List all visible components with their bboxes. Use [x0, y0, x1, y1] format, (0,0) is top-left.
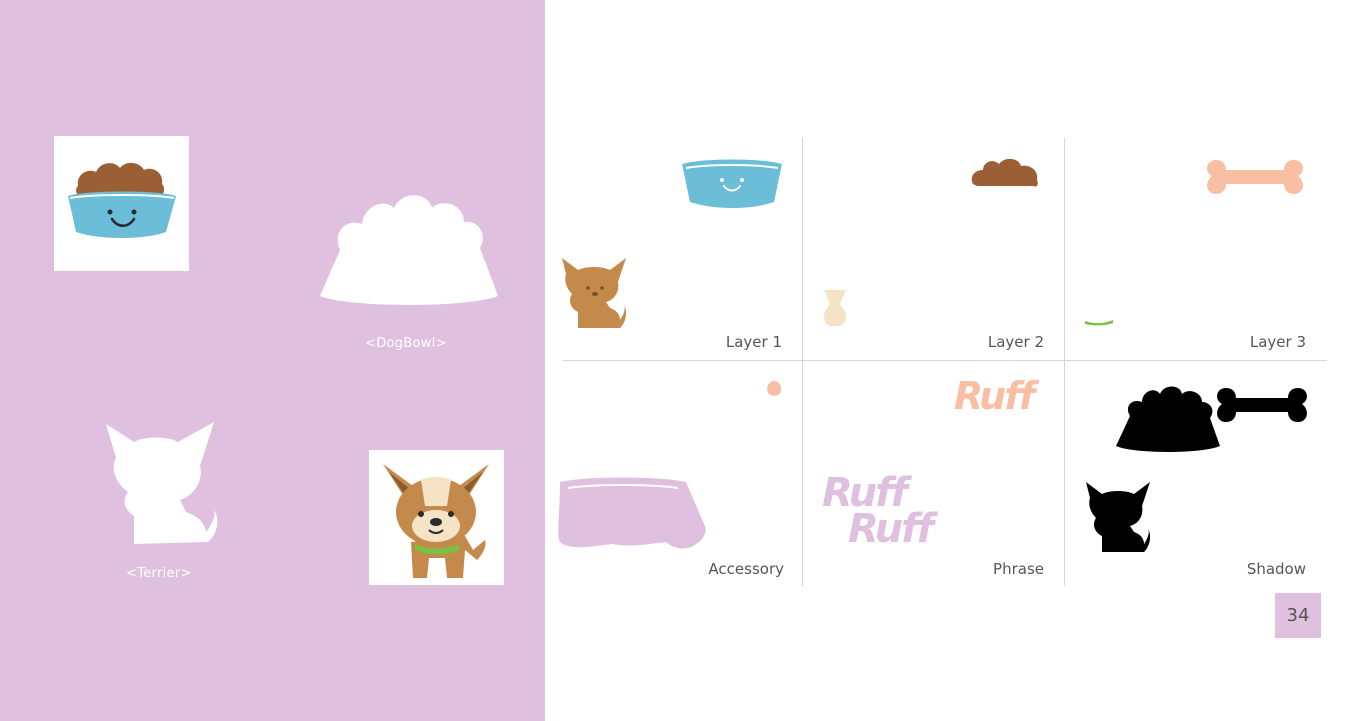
peach-bone-icon[interactable] [1204, 156, 1306, 198]
shadow-label: Shadow [1246, 560, 1306, 578]
green-collar-icon[interactable] [1084, 318, 1114, 326]
layer1-label: Layer 1 [725, 333, 782, 351]
grid-divider-v1 [802, 138, 803, 586]
layer2-label: Layer 2 [987, 333, 1044, 351]
phrase-label: Phrase [993, 560, 1044, 578]
brown-kibble-icon[interactable] [969, 156, 1041, 188]
terrier-label: <Terrier> [126, 566, 192, 581]
dogbowl-thumbnail[interactable] [54, 136, 189, 271]
ruff-phrase-single[interactable]: Ruff [954, 374, 1035, 418]
peach-dot-icon[interactable] [765, 380, 783, 398]
grid-divider-h [563, 360, 1327, 361]
dogbowl-illustration-icon [68, 162, 176, 238]
dogbowl-label: <DogBowl> [365, 336, 447, 351]
pink-bowl-base-icon[interactable] [556, 474, 708, 554]
terrier-base-layer-icon[interactable] [560, 256, 628, 330]
grid-divider-v2 [1064, 138, 1065, 586]
terrier-face-layer-icon[interactable] [820, 288, 850, 328]
black-terrier-shadow-icon[interactable] [1084, 480, 1152, 554]
ruff-phrase-line2[interactable]: Ruff [848, 506, 934, 552]
accessory-label: Accessory [708, 560, 784, 578]
black-bowl-shadow-icon[interactable] [1116, 382, 1220, 454]
left-panel [0, 0, 545, 721]
dogbowl-silhouette-icon[interactable] [318, 188, 500, 312]
blue-bowl-icon[interactable] [680, 158, 784, 210]
terrier-illustration-icon [383, 464, 489, 578]
terrier-silhouette-icon[interactable] [104, 420, 220, 548]
layer3-label: Layer 3 [1249, 333, 1306, 351]
page-number: 34 [1275, 593, 1321, 638]
terrier-thumbnail[interactable] [369, 450, 504, 585]
black-bone-shadow-icon[interactable] [1214, 384, 1310, 426]
